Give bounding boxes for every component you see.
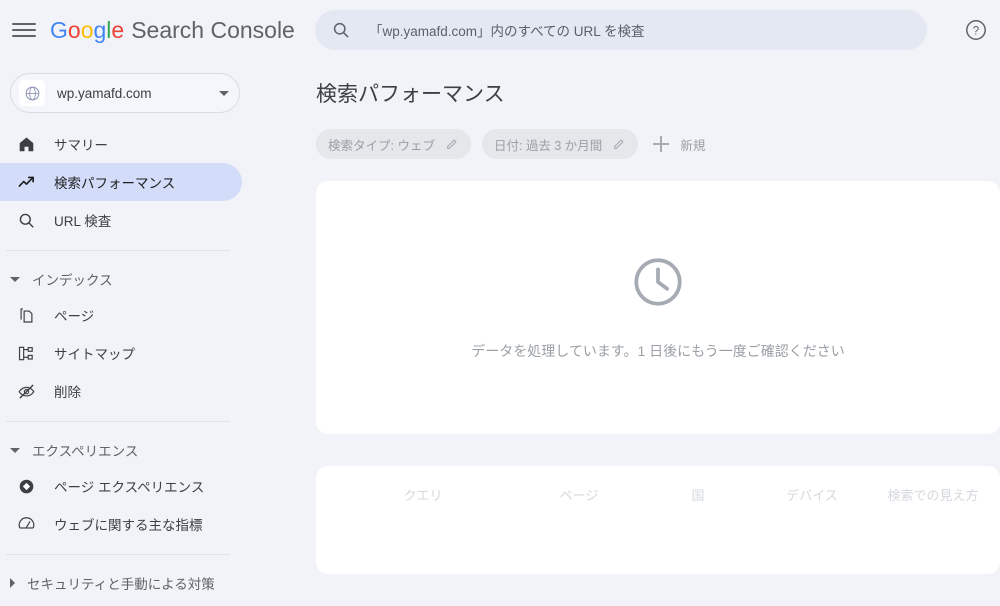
sidebar-item-label: URL 検査 [54, 214, 112, 229]
empty-state-message: データを処理しています。1 日後にもう一度ご確認ください [471, 343, 845, 359]
speedometer-icon [16, 514, 36, 534]
sidebar-item-label: 検索パフォーマンス [54, 176, 176, 191]
sidebar-item-label: サマリー [54, 138, 108, 153]
google-wordmark: Google [50, 16, 125, 43]
property-label: wp.yamafd.com [57, 85, 152, 101]
pencil-icon [614, 139, 624, 149]
sidebar: wp.yamafd.com サマリー 検索パフォーマンス URL 検査 インデッ… [0, 60, 313, 606]
tab-queries[interactable]: クエリ [328, 485, 518, 504]
search-box[interactable]: 「wp.yamafd.com」内のすべての URL を検査 [315, 10, 927, 50]
filter-bar: 検索タイプ: ウェブ 日付: 過去 3 か月間 新規 [313, 129, 1000, 159]
sidebar-item-label: サイトマップ [54, 347, 135, 362]
sidebar-item-summary[interactable]: サマリー [0, 125, 242, 163]
main-content: 検索パフォーマンス 検索タイプ: ウェブ 日付: 過去 3 か月間 新規 データ… [313, 60, 1000, 606]
globe-icon [19, 80, 45, 106]
plus-icon [653, 136, 670, 152]
sidebar-group-index[interactable]: インデックス [0, 262, 313, 296]
trending-up-icon [16, 172, 36, 192]
clock-icon [634, 258, 682, 306]
search-icon [16, 210, 36, 230]
eye-off-icon [16, 381, 36, 401]
sidebar-item-sitemaps[interactable]: サイトマップ [0, 334, 242, 372]
tab-pages[interactable]: ページ [518, 485, 640, 504]
sidebar-item-label: ページ エクスペリエンス [54, 480, 205, 495]
help-circle-icon[interactable]: ? [964, 18, 988, 42]
sidebar-item-label: ページ [54, 309, 95, 324]
filter-chip-date[interactable]: 日付: 過去 3 か月間 [481, 129, 639, 159]
tab-search-appearance[interactable]: 検索での見え方 [868, 485, 998, 504]
caret-right-icon [10, 578, 15, 588]
url-inspection-search[interactable]: 「wp.yamafd.com」内のすべての URL を検査 [315, 10, 927, 50]
add-new-filter-button[interactable]: 新規 [653, 135, 705, 154]
filter-chip-label: 検索タイプ: ウェブ [328, 138, 435, 153]
hamburger-menu-icon[interactable] [12, 18, 36, 42]
sidebar-divider [6, 250, 230, 251]
sidebar-divider [6, 554, 230, 555]
sidebar-item-search-performance[interactable]: 検索パフォーマンス [0, 163, 242, 201]
performance-empty-state-card: データを処理しています。1 日後にもう一度ご確認ください [316, 181, 1000, 434]
search-icon [333, 22, 349, 38]
product-name: Search Console [131, 16, 295, 43]
sidebar-item-pages[interactable]: ページ [0, 296, 242, 334]
home-icon [16, 134, 36, 154]
sidebar-item-label: ウェブに関する主な指標 [54, 518, 203, 533]
filter-chip-label: 日付: 過去 3 か月間 [493, 138, 603, 153]
sidebar-item-url-inspection[interactable]: URL 検査 [0, 201, 242, 239]
brand-logo: Google Search Console [50, 17, 295, 44]
page-experience-icon [16, 476, 36, 496]
sitemap-icon [16, 343, 36, 363]
filter-chip-search-type[interactable]: 検索タイプ: ウェブ [316, 129, 471, 159]
dimension-tabs: クエリ ページ 国 デバイス 検索での見え方 [316, 466, 1000, 522]
dimension-tabs-card: クエリ ページ 国 デバイス 検索での見え方 [316, 466, 1000, 574]
pages-icon [16, 305, 36, 325]
sidebar-group-label: インデックス [32, 273, 113, 288]
sidebar-group-security[interactable]: セキュリティと手動による対策 [0, 566, 313, 600]
add-new-filter-label: 新規 [680, 138, 706, 153]
sidebar-item-core-web-vitals[interactable]: ウェブに関する主な指標 [0, 505, 242, 543]
sidebar-item-removals[interactable]: 削除 [0, 372, 242, 410]
tab-devices[interactable]: デバイス [756, 485, 868, 504]
sidebar-item-label: 削除 [54, 385, 81, 400]
chevron-down-icon [219, 90, 229, 96]
caret-down-icon [10, 447, 20, 453]
search-console-app: Google Search Console 「wp.yamafd.com」内のす… [0, 0, 1000, 606]
tab-countries[interactable]: 国 [640, 485, 756, 504]
sidebar-group-label: エクスペリエンス [32, 444, 139, 459]
caret-down-icon [10, 276, 20, 282]
sidebar-group-label: セキュリティと手動による対策 [27, 577, 215, 592]
search-placeholder-text: 「wp.yamafd.com」内のすべての URL を検査 [369, 24, 645, 39]
sidebar-group-experience[interactable]: エクスペリエンス [0, 433, 313, 467]
property-selector[interactable]: wp.yamafd.com [10, 73, 240, 113]
svg-text:?: ? [973, 25, 979, 37]
pencil-icon [446, 139, 457, 149]
sidebar-divider [6, 421, 230, 422]
sidebar-item-page-experience[interactable]: ページ エクスペリエンス [0, 467, 242, 505]
primary-nav: サマリー 検索パフォーマンス URL 検査 インデックス ページ サイトマップ … [0, 125, 313, 606]
top-bar: Google Search Console 「wp.yamafd.com」内のす… [0, 0, 1000, 60]
page-title: 検索パフォーマンス [316, 83, 505, 106]
